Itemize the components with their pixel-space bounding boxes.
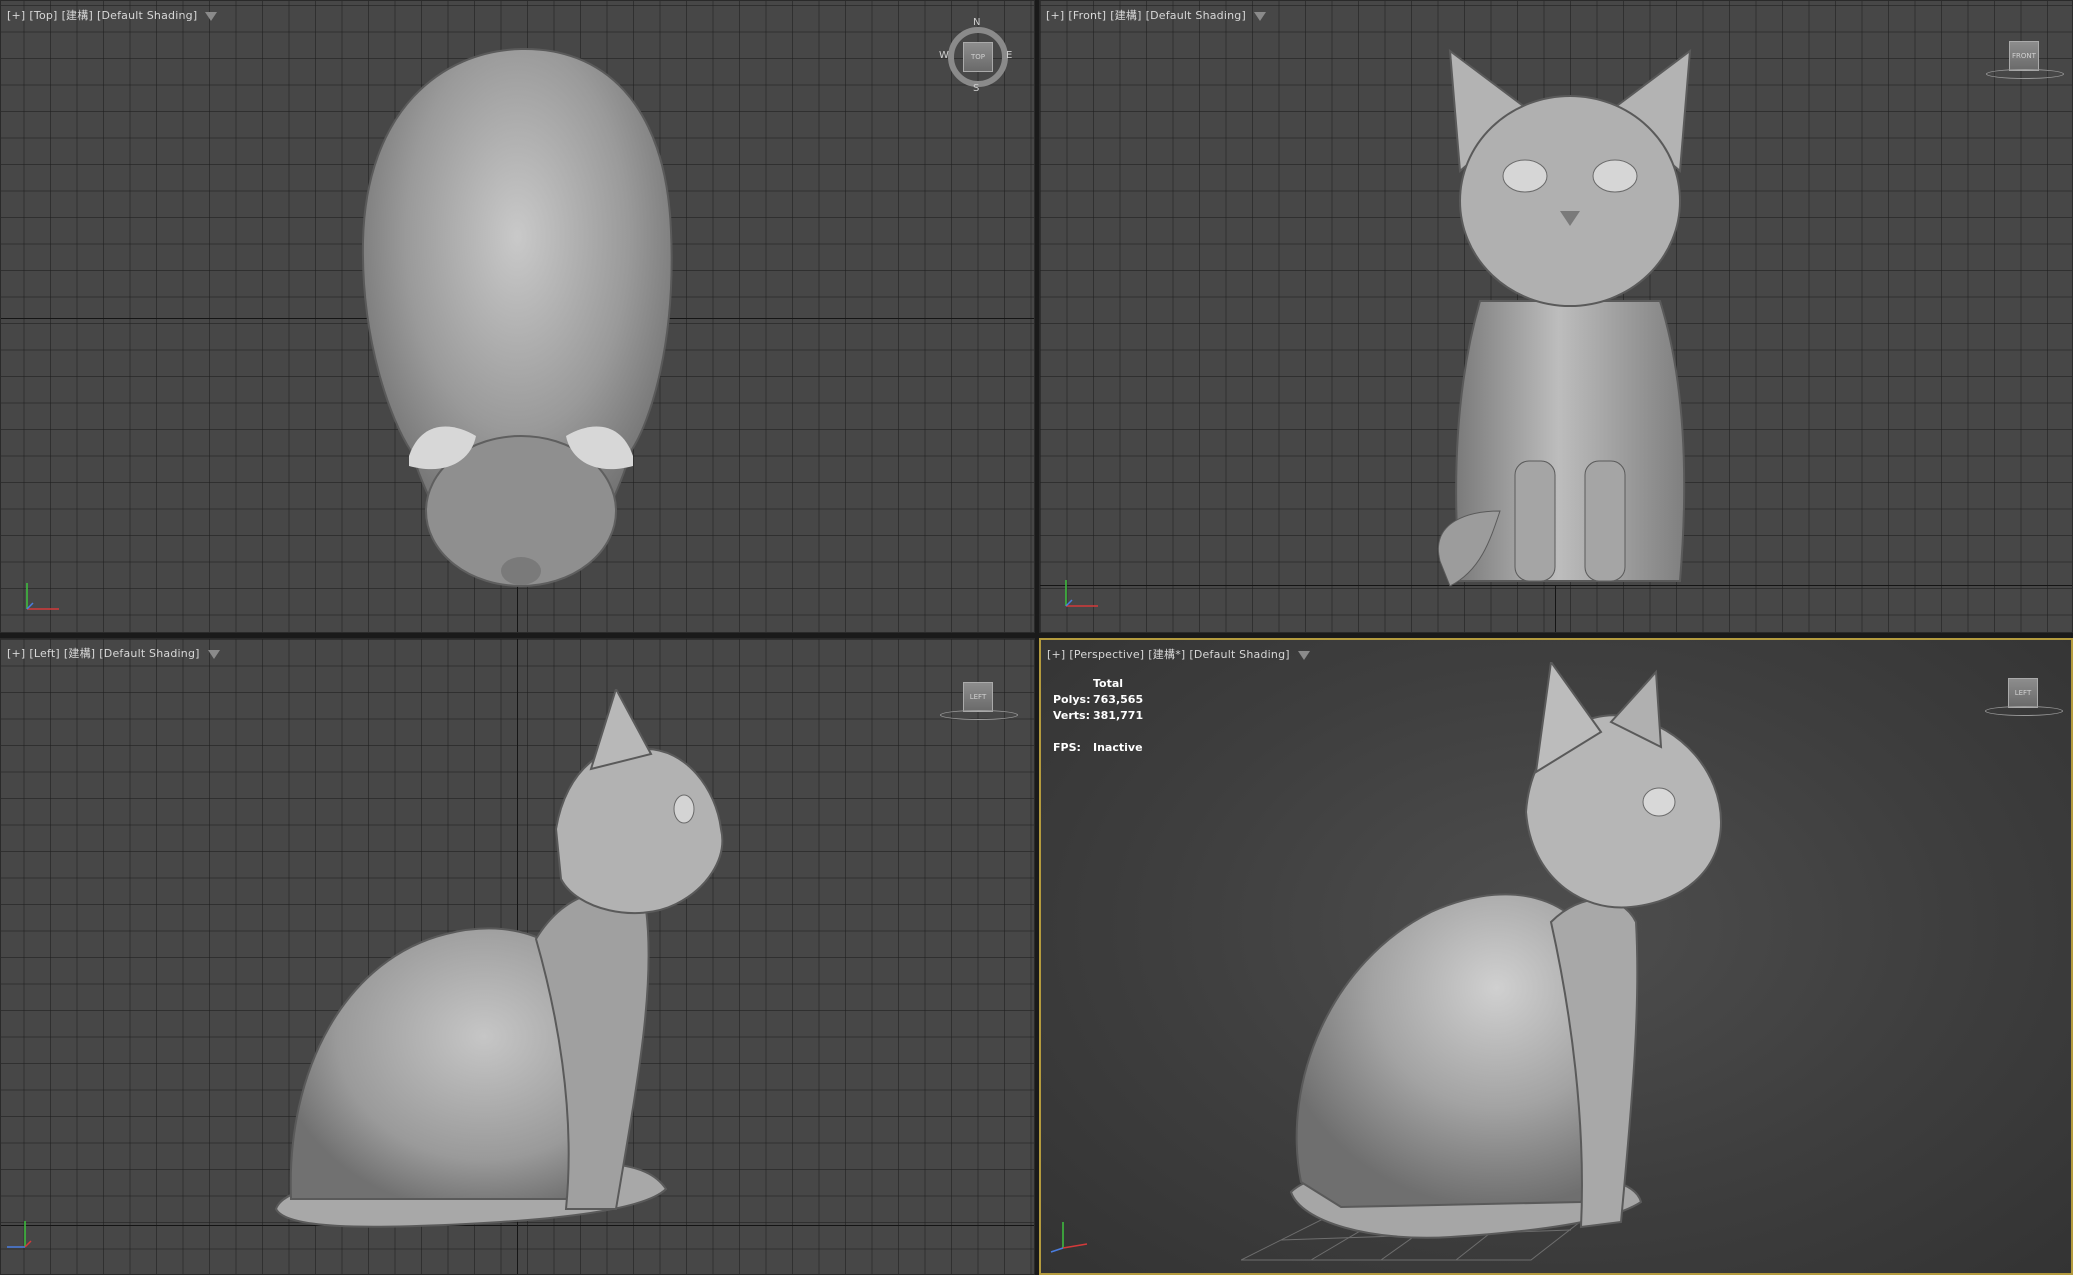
cat-model-top-view[interactable]: [351, 41, 691, 601]
viewport-point-of-view[interactable]: [Perspective]: [1069, 648, 1144, 661]
grid-axis-vertical: [1555, 585, 1556, 632]
viewport-label-perspective[interactable]: [+] [Perspective] [建構*] [Default Shading]: [1047, 646, 1310, 662]
viewport-label-top[interactable]: [+] [Top] [建構] [Default Shading]: [7, 7, 218, 23]
axis-gizmo: [26, 583, 59, 610]
statistics-overlay: Total Polys: 763,565 Verts: 381,771 FPS: In…: [1053, 676, 1143, 756]
compass-east-label: E: [1006, 50, 1013, 61]
stats-fps-value: Inactive: [1093, 741, 1143, 754]
viewport-label-left[interactable]: [+] [Left] [建構] [Default Shading]: [7, 645, 220, 661]
viewport-shading[interactable]: [Default Shading]: [99, 647, 199, 660]
axis-gizmo: [7, 1221, 32, 1248]
viewcube[interactable]: FRONT: [2009, 41, 2039, 71]
viewport-mode[interactable]: [建構*]: [1148, 648, 1185, 661]
viewport-mode[interactable]: [建構]: [64, 647, 95, 660]
compass-north-label: N: [973, 17, 981, 28]
viewcube-ring[interactable]: [1986, 69, 2064, 79]
viewport-point-of-view[interactable]: [Left]: [29, 647, 59, 660]
viewport-point-of-view[interactable]: [Top]: [29, 9, 57, 22]
viewport-left[interactable]: [+] [Left] [建構] [Default Shading] LEFT: [0, 638, 1035, 1275]
viewport-mode[interactable]: [建構]: [1110, 9, 1141, 22]
stats-header: Total: [1093, 677, 1124, 690]
filter-icon[interactable]: [1297, 650, 1310, 660]
filter-icon[interactable]: [205, 11, 218, 21]
viewport-perspective[interactable]: [+] [Perspective] [建構*] [Default Shading] T…: [1039, 638, 2073, 1275]
cat-model-perspective-view[interactable]: [1281, 662, 1761, 1262]
viewport-menu-plus[interactable]: [+]: [1046, 9, 1064, 22]
axis-gizmo: [1050, 1222, 1088, 1253]
stats-polys-label: Polys:: [1053, 693, 1091, 706]
stats-verts-label: Verts:: [1053, 709, 1091, 722]
stats-polys-value: 763,565: [1093, 693, 1144, 706]
cat-model-front-view[interactable]: [1420, 41, 1720, 589]
viewcube[interactable]: LEFT: [963, 682, 993, 712]
compass-west-label: W: [939, 50, 949, 61]
viewport-front[interactable]: [+] [Front] [建構] [Default Shading] FRONT: [1039, 0, 2073, 633]
stats-verts-value: 381,771: [1093, 709, 1144, 722]
viewport-top[interactable]: [+] [Top] [建構] [Default Shading] N S E W TO…: [0, 0, 1035, 633]
viewcube[interactable]: TOP: [963, 42, 993, 72]
viewport-menu-plus[interactable]: [+]: [7, 9, 25, 22]
viewcube-ring[interactable]: [1985, 706, 2063, 716]
viewport-menu-plus[interactable]: [+]: [1047, 648, 1065, 661]
viewport-shading[interactable]: [Default Shading]: [1146, 9, 1246, 22]
viewport-shading[interactable]: [Default Shading]: [1189, 648, 1289, 661]
filter-icon[interactable]: [207, 649, 220, 659]
stats-fps-label: FPS:: [1053, 741, 1081, 754]
filter-icon[interactable]: [1253, 11, 1266, 21]
compass-south-label: S: [973, 83, 980, 94]
viewcube-ring[interactable]: [940, 710, 1018, 720]
viewport-label-front[interactable]: [+] [Front] [建構] [Default Shading]: [1046, 7, 1266, 23]
viewport-mode[interactable]: [建構]: [62, 9, 93, 22]
axis-gizmo: [1065, 580, 1098, 607]
viewcube[interactable]: LEFT: [2008, 678, 2038, 708]
cat-model-left-view[interactable]: [266, 689, 786, 1229]
viewport-point-of-view[interactable]: [Front]: [1068, 9, 1106, 22]
viewport-menu-plus[interactable]: [+]: [7, 647, 25, 660]
viewport-shading[interactable]: [Default Shading]: [97, 9, 197, 22]
